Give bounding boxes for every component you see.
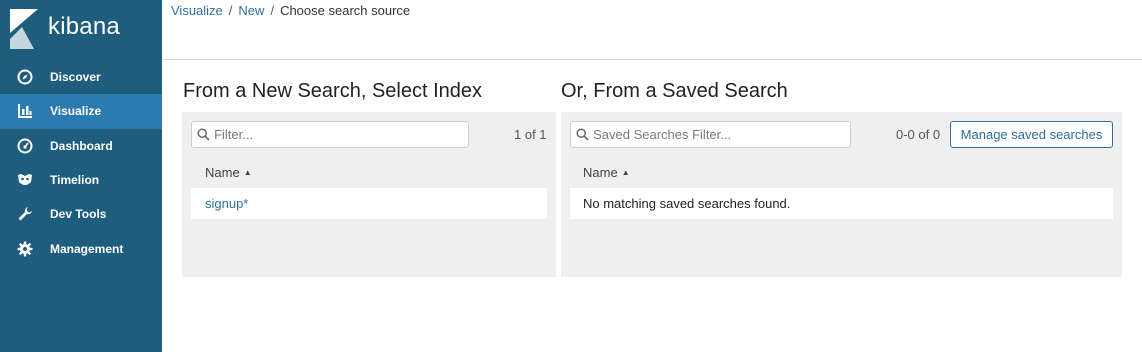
search-icon <box>571 128 593 141</box>
index-pattern-panel: 1 of 1 Name ▲ signup* <box>182 112 556 277</box>
table-row[interactable]: signup* <box>191 188 547 219</box>
sidebar-item-dashboard[interactable]: Dashboard <box>0 129 162 163</box>
index-name-column-header[interactable]: Name ▲ <box>205 165 252 180</box>
column-header-label: Name <box>205 165 240 180</box>
sidebar-item-timelion[interactable]: Timelion <box>0 163 162 197</box>
breadcrumb-separator: / <box>228 3 233 18</box>
column-header-label: Name <box>583 165 618 180</box>
sidebar-item-label: Visualize <box>50 104 102 119</box>
bar-chart-icon <box>0 103 50 119</box>
search-icon <box>192 128 214 141</box>
breadcrumb-separator: / <box>270 3 275 18</box>
timelion-mask-icon <box>0 172 50 188</box>
breadcrumb: Visualize / New / Choose search source <box>171 3 410 18</box>
breadcrumb-visualize[interactable]: Visualize <box>171 3 223 18</box>
sidebar-item-label: Dashboard <box>50 138 113 153</box>
logo-text: kibana <box>48 13 120 40</box>
kibana-logo-icon <box>10 9 38 49</box>
breadcrumb-new[interactable]: New <box>238 3 264 18</box>
sidebar: kibana Discover Visualize Dashboard Time… <box>0 0 162 352</box>
index-pager: 1 of 1 <box>514 127 547 142</box>
sidebar-item-label: Discover <box>50 70 101 85</box>
sidebar-item-label: Timelion <box>50 173 100 188</box>
sort-ascending-icon: ▲ <box>621 168 630 177</box>
wrench-icon <box>0 206 50 222</box>
compass-icon <box>0 69 50 85</box>
dashboard-gauge-icon <box>0 138 50 154</box>
sidebar-item-management[interactable]: Management <box>0 231 162 265</box>
sort-ascending-icon: ▲ <box>243 168 252 177</box>
sidebar-item-label: Dev Tools <box>50 207 107 222</box>
sidebar-item-dev-tools[interactable]: Dev Tools <box>0 197 162 231</box>
saved-search-pager: 0-0 of 0 <box>896 127 941 142</box>
saved-search-panel: 0-0 of 0 Manage saved searches Name ▲ No… <box>561 112 1122 277</box>
saved-search-filter-input[interactable] <box>593 127 850 142</box>
index-filter-box <box>191 121 469 148</box>
top-bar: Visualize / New / Choose search source <box>162 0 1142 60</box>
gear-icon <box>0 241 50 257</box>
kibana-logo[interactable]: kibana <box>0 0 162 58</box>
index-pattern-link[interactable]: signup* <box>205 196 248 211</box>
saved-search-name-column-header[interactable]: Name ▲ <box>583 165 630 180</box>
new-search-title: From a New Search, Select Index <box>183 80 483 102</box>
sidebar-item-visualize[interactable]: Visualize <box>0 94 162 129</box>
empty-message: No matching saved searches found. <box>583 196 791 211</box>
breadcrumb-current: Choose search source <box>280 3 411 18</box>
sidebar-item-label: Management <box>50 241 124 256</box>
saved-search-filter-box <box>570 121 851 148</box>
sidebar-nav: Discover Visualize Dashboard Timelion De… <box>0 60 162 266</box>
empty-row: No matching saved searches found. <box>570 188 1113 219</box>
manage-saved-searches-button[interactable]: Manage saved searches <box>950 121 1113 148</box>
sidebar-item-discover[interactable]: Discover <box>0 60 162 94</box>
saved-search-title: Or, From a Saved Search <box>561 80 788 102</box>
index-filter-input[interactable] <box>214 127 468 142</box>
